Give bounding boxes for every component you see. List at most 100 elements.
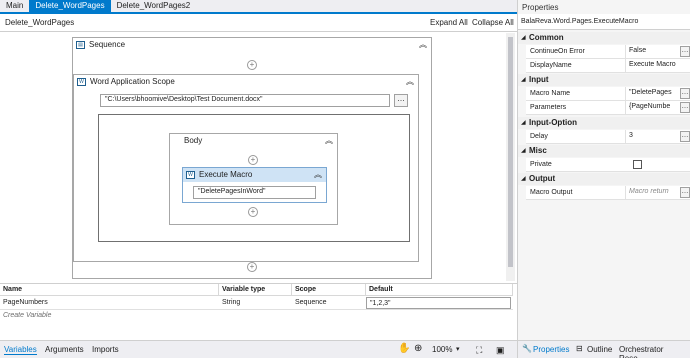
scrollbar-thumb[interactable] xyxy=(508,37,513,267)
properties-tab[interactable]: Properties xyxy=(533,345,569,354)
add-activity-plus-icon[interactable]: + xyxy=(248,207,258,217)
prop-name: Macro Name xyxy=(530,90,571,97)
col-header-scope[interactable]: Scope xyxy=(292,284,366,296)
hand-pan-icon[interactable]: ✋ xyxy=(398,343,410,354)
designer-header: Delete_WordPages Expand All Collapse All xyxy=(0,14,517,32)
collapse-triangle-icon[interactable]: ◢ xyxy=(521,175,526,182)
prop-value[interactable]: 3 xyxy=(625,130,679,143)
private-checkbox[interactable] xyxy=(633,160,642,169)
category-label: Input-Option xyxy=(529,118,577,127)
prop-value[interactable]: {PageNumbe xyxy=(625,101,679,114)
canvas-vertical-scrollbar[interactable] xyxy=(506,33,515,281)
arguments-tab[interactable]: Arguments xyxy=(45,345,84,354)
designer-bottom-bar: Variables Arguments Imports ✋ ⊕ 100% ▾ ⛶… xyxy=(0,340,517,358)
collapse-triangle-icon[interactable]: ◢ xyxy=(521,76,526,83)
word-application-scope-activity[interactable]: W Word Application Scope ︽ "C:\Users\bho… xyxy=(73,74,419,262)
collapse-icon[interactable]: ︽ xyxy=(419,39,427,50)
prop-value-placeholder[interactable]: Macro return xyxy=(625,186,679,199)
prop-value[interactable]: False xyxy=(625,45,679,58)
prop-delay[interactable]: Delay 3 … xyxy=(526,130,690,144)
execute-macro-icon: W xyxy=(186,171,195,179)
properties-panel: Properties BalaReva.Word.Pages.ExecuteMa… xyxy=(517,0,690,358)
collapse-all-button[interactable]: Collapse All xyxy=(472,18,514,27)
variable-type-cell[interactable]: String xyxy=(219,296,240,309)
prop-macro-output[interactable]: Macro Output Macro return … xyxy=(526,186,690,200)
collapse-icon[interactable]: ︽ xyxy=(406,76,414,87)
prop-name: ContinueOn Error xyxy=(530,48,585,55)
category-label: Common xyxy=(529,33,564,42)
imports-tab[interactable]: Imports xyxy=(92,345,119,354)
category-label: Misc xyxy=(529,146,547,155)
col-header-name[interactable]: Name xyxy=(0,284,219,296)
prop-display-name[interactable]: DisplayName Execute Macro xyxy=(526,59,690,73)
zoom-level[interactable]: 100% xyxy=(432,345,452,354)
body-activity[interactable]: Body ︽ + W Execute Macro ︽ "DeletePagesI… xyxy=(169,133,338,225)
tab-main[interactable]: Main xyxy=(0,0,30,12)
category-misc[interactable]: ◢ Misc xyxy=(518,145,690,157)
fit-screen-icon[interactable]: ⛶ xyxy=(476,345,482,356)
expand-all-button[interactable]: Expand All xyxy=(430,18,468,27)
scope-header: W Word Application Scope ︽ xyxy=(74,75,418,89)
prop-private[interactable]: Private xyxy=(526,158,690,172)
category-common[interactable]: ◢ Common xyxy=(518,32,690,44)
prop-continue-on-error[interactable]: ContinueOn Error False … xyxy=(526,45,690,59)
prop-parameters[interactable]: Parameters {PageNumbe … xyxy=(526,101,690,115)
browse-button[interactable]: … xyxy=(394,94,408,107)
prop-name: Private xyxy=(530,161,552,168)
prop-name: Macro Output xyxy=(530,189,573,196)
breadcrumb[interactable]: Delete_WordPages xyxy=(5,18,74,27)
collapse-icon[interactable]: ︽ xyxy=(325,135,333,146)
variable-name-cell[interactable]: PageNumbers xyxy=(0,296,48,309)
ellipsis-button[interactable]: … xyxy=(680,102,690,113)
collapse-triangle-icon[interactable]: ◢ xyxy=(521,119,526,126)
variable-default-cell[interactable]: "1,2,3" xyxy=(366,297,511,309)
sequence-icon: ▤ xyxy=(76,41,85,49)
ellipsis-button[interactable]: … xyxy=(680,88,690,99)
sequence-activity[interactable]: ▤ Sequence ︽ + W Word Application Scope … xyxy=(72,37,432,279)
col-header-variable-type[interactable]: Variable type xyxy=(219,284,292,296)
ellipsis-button[interactable]: … xyxy=(680,187,690,198)
outline-tab[interactable]: Outline xyxy=(587,345,612,354)
ellipsis-button[interactable]: … xyxy=(680,131,690,142)
prop-value[interactable]: "DeletePages xyxy=(625,87,679,100)
tab-delete-wordpages[interactable]: Delete_WordPages xyxy=(29,0,111,12)
sequence-header: ▤ Sequence ︽ xyxy=(73,38,431,52)
category-input-option[interactable]: ◢ Input-Option xyxy=(518,117,690,129)
zoom-icon[interactable]: ⊕ xyxy=(414,343,422,354)
collapse-triangle-icon[interactable]: ◢ xyxy=(521,147,526,154)
variable-scope-cell[interactable]: Sequence xyxy=(292,296,327,309)
add-activity-plus-icon[interactable]: + xyxy=(248,155,258,165)
word-app-icon: W xyxy=(77,78,86,86)
execute-macro-header: W Execute Macro ︽ xyxy=(183,168,326,182)
scope-body-container: Body ︽ + W Execute Macro ︽ "DeletePagesI… xyxy=(98,114,410,242)
add-activity-plus-icon[interactable]: + xyxy=(247,262,257,272)
designer-canvas: ▤ Sequence ︽ + W Word Application Scope … xyxy=(0,32,517,282)
ellipsis-button[interactable]: … xyxy=(680,46,690,57)
collapse-icon[interactable]: ︽ xyxy=(314,169,322,180)
col-header-default[interactable]: Default xyxy=(366,284,513,296)
zoom-dropdown-icon[interactable]: ▾ xyxy=(456,345,460,353)
category-output[interactable]: ◢ Output xyxy=(518,173,690,185)
add-activity-plus-icon[interactable]: + xyxy=(247,60,257,70)
macro-name-input[interactable]: "DeletePagesInWord" xyxy=(193,186,316,199)
category-input[interactable]: ◢ Input xyxy=(518,74,690,86)
variables-tab[interactable]: Variables xyxy=(4,345,37,355)
tab-delete-wordpages2[interactable]: Delete_WordPages2 xyxy=(110,0,197,12)
orchestrator-resources-tab[interactable]: Orchestrator Reso... xyxy=(619,345,690,358)
scope-label: Word Application Scope xyxy=(90,77,175,86)
prop-value[interactable]: Execute Macro xyxy=(625,59,690,72)
table-row[interactable]: PageNumbers String Sequence "1,2,3" xyxy=(0,296,513,310)
prop-name: Delay xyxy=(530,133,548,140)
execute-macro-activity[interactable]: W Execute Macro ︽ "DeletePagesInWord" xyxy=(182,167,327,203)
prop-name: Parameters xyxy=(530,104,567,111)
overview-icon[interactable]: ▣ xyxy=(496,345,505,356)
prop-macro-name[interactable]: Macro Name "DeletePages … xyxy=(526,87,690,101)
body-header: Body ︽ xyxy=(170,134,337,148)
create-variable-link[interactable]: Create Variable xyxy=(3,312,51,319)
properties-title: Properties xyxy=(522,3,559,12)
document-tab-strip: Main Delete_WordPages Delete_WordPages2 xyxy=(0,0,517,14)
prop-name: DisplayName xyxy=(530,62,572,69)
variables-panel: Name Variable type Scope Default PageNum… xyxy=(0,283,517,339)
file-path-input[interactable]: "C:\Users\bhoomive\Desktop\Test Document… xyxy=(100,94,390,107)
collapse-triangle-icon[interactable]: ◢ xyxy=(521,34,526,41)
